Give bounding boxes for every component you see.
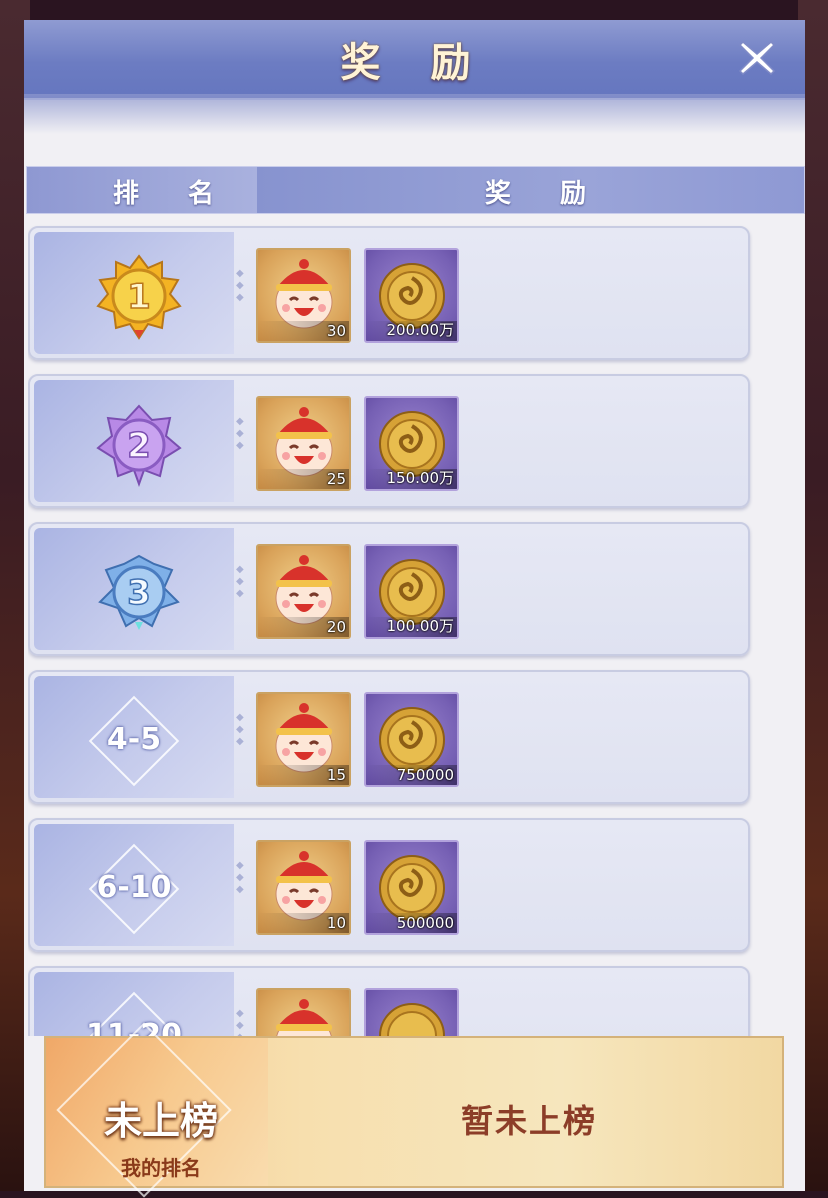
reward-column-label: 奖 励 <box>485 179 607 209</box>
reward-row: 11-20 ◆◆◆ <box>28 966 750 1036</box>
close-icon <box>738 40 776 76</box>
purple-medal-icon: 2 <box>94 400 184 490</box>
rank-cell: 3 <box>34 528 234 650</box>
reward-list[interactable]: 1 ◆ ◆ ◆ 30 200.00万 2 ◆ ◆ ◆ 25 150.00万 3 … <box>28 206 753 1036</box>
item-quantity: 10 <box>326 914 346 932</box>
item-quantity: 15 <box>326 766 346 784</box>
rank-range-badge: 6-10 <box>74 843 194 935</box>
my-rank-status: 未上榜 <box>103 1098 218 1143</box>
gold-coin-item[interactable]: 500000 <box>364 840 459 935</box>
happy-face-item[interactable] <box>256 988 351 1036</box>
happy-face-item[interactable]: 15 <box>256 692 351 787</box>
item-quantity: 500000 <box>396 914 454 932</box>
gold-coin-item[interactable] <box>364 988 459 1036</box>
rank-number: 2 <box>127 426 151 466</box>
rank-cell: 2 <box>34 380 234 502</box>
blue-medal-icon: 3 <box>94 548 184 638</box>
reward-row: 2 ◆ ◆ ◆ 25 150.00万 <box>28 374 750 508</box>
reward-row: 6-10 ◆ ◆ ◆ 10 500000 <box>28 818 750 952</box>
happy-face-icon <box>276 999 332 1036</box>
item-quantity: 750000 <box>396 766 454 784</box>
happy-face-item[interactable]: 30 <box>256 248 351 343</box>
gold-coin-icon <box>379 1003 445 1036</box>
gold-medal-icon: 1 <box>94 252 184 342</box>
reward-row: 4-5 ◆ ◆ ◆ 15 750000 <box>28 670 750 804</box>
rank-cell: 11-20 <box>34 972 234 1036</box>
gold-coin-item[interactable]: 200.00万 <box>364 248 459 343</box>
gold-coin-item[interactable]: 150.00万 <box>364 396 459 491</box>
item-quantity: 150.00万 <box>386 469 455 487</box>
gold-coin-item[interactable]: 750000 <box>364 692 459 787</box>
rank-cell: 4-5 <box>34 676 234 798</box>
rank-cell: 1 <box>34 232 234 354</box>
rank-number: 1 <box>127 277 151 317</box>
header-decoration <box>24 94 805 134</box>
happy-face-item[interactable]: 25 <box>256 396 351 491</box>
my-rank-label: 我的排名 <box>121 1156 201 1180</box>
item-quantity: 30 <box>326 322 346 340</box>
my-rank-bar: 未上榜 我的排名 暂未上榜 <box>44 1022 784 1198</box>
item-quantity: 25 <box>326 470 346 488</box>
reward-row: 1 ◆ ◆ ◆ 30 200.00万 <box>28 226 750 360</box>
gold-coin-item[interactable]: 100.00万 <box>364 544 459 639</box>
rank-range-text: 4-5 <box>106 722 162 757</box>
item-quantity: 20 <box>326 618 346 636</box>
reward-row: 3 ◆ ◆ ◆ 20 100.00万 <box>28 522 750 656</box>
item-quantity: 200.00万 <box>386 321 455 339</box>
my-rank-value: 暂未上榜 <box>460 1102 597 1140</box>
dialog-title: 奖 励 <box>340 39 489 86</box>
rank-range-text: 6-10 <box>96 870 172 905</box>
item-quantity: 100.00万 <box>386 617 455 635</box>
dialog-header: 奖 励 <box>24 20 805 100</box>
happy-face-item[interactable]: 10 <box>256 840 351 935</box>
close-button[interactable] <box>731 32 783 84</box>
rank-column-label: 排 名 <box>113 179 235 209</box>
rank-cell: 6-10 <box>34 824 234 946</box>
happy-face-item[interactable]: 20 <box>256 544 351 639</box>
rank-number: 3 <box>127 573 151 613</box>
rank-range-badge: 4-5 <box>74 695 194 787</box>
